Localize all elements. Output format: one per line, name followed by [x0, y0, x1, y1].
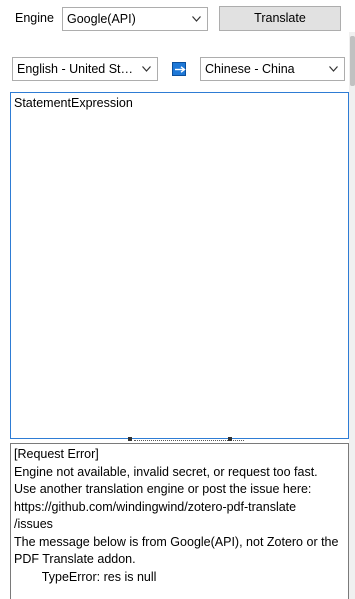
- chevron-down-icon: [192, 16, 201, 22]
- engine-dropdown[interactable]: Google(API): [62, 7, 208, 31]
- translate-panel: Engine Google(API) Translate English - U…: [0, 0, 355, 599]
- chevron-down-icon: [142, 66, 151, 72]
- splitter-cap-left: [128, 437, 132, 441]
- source-text-area[interactable]: StatementExpression: [10, 92, 349, 439]
- vertical-scrollbar[interactable]: [349, 32, 355, 599]
- swap-languages-button[interactable]: [172, 62, 186, 76]
- source-language-value: English - United States: [17, 62, 137, 76]
- engine-label: Engine: [15, 11, 54, 25]
- scrollbar-thumb[interactable]: [350, 36, 355, 86]
- result-text-area[interactable]: [Request Error] Engine not available, in…: [10, 443, 349, 599]
- splitter-cap-right: [228, 437, 232, 441]
- arrow-right-icon: [175, 66, 186, 73]
- chevron-down-icon: [329, 66, 338, 72]
- engine-dropdown-value: Google(API): [67, 12, 136, 26]
- translate-button[interactable]: Translate: [219, 6, 341, 31]
- source-language-dropdown[interactable]: English - United States: [12, 57, 158, 81]
- target-language-dropdown[interactable]: Chinese - China: [200, 57, 345, 81]
- target-language-value: Chinese - China: [205, 62, 295, 76]
